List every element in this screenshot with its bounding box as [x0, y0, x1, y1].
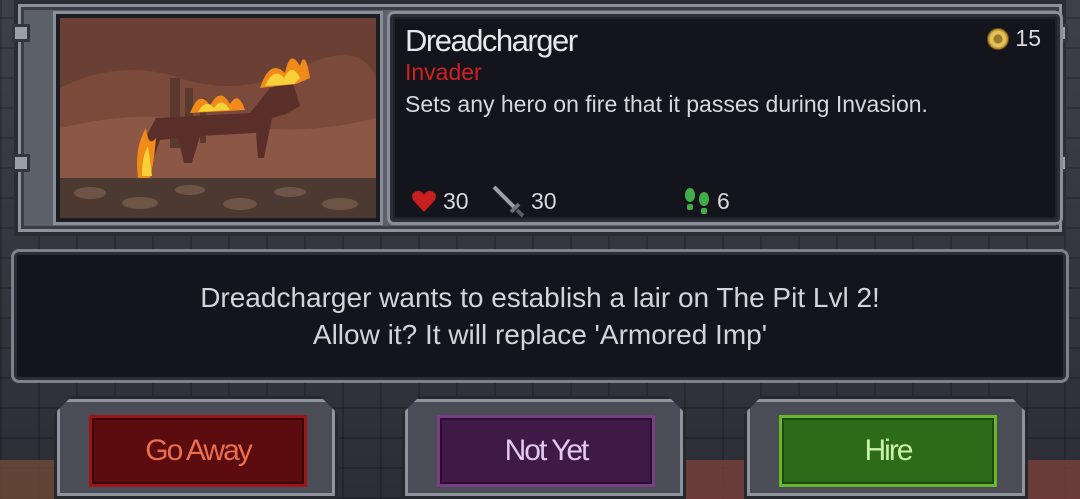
- lair-request-message: Dreadcharger wants to establish a lair o…: [14, 252, 1066, 380]
- frame-rivet: [12, 154, 30, 172]
- heart-icon: [411, 189, 437, 213]
- not-yet-button-frame: Not Yet: [402, 396, 686, 499]
- monster-card: Dreadcharger Invader Sets any hero on fi…: [12, 0, 1068, 236]
- not-yet-button[interactable]: Not Yet: [437, 415, 655, 487]
- coin-icon: [987, 27, 1010, 50]
- monster-description: Sets any hero on fire that it passes dur…: [405, 91, 928, 117]
- speed-stat: 6: [683, 182, 730, 220]
- hire-button[interactable]: Hire: [779, 415, 997, 487]
- go-away-button-frame: Go Away: [54, 396, 338, 499]
- go-away-button[interactable]: Go Away: [89, 415, 307, 487]
- message-line-1: Dreadcharger wants to establish a lair o…: [200, 282, 880, 313]
- monster-portrait: [56, 14, 380, 222]
- monster-type: Invader: [405, 59, 482, 85]
- sword-icon: [491, 184, 525, 218]
- monster-info-panel: Dreadcharger Invader Sets any hero on fi…: [390, 14, 1060, 222]
- attack-value: 30: [531, 187, 557, 214]
- monster-stats: 30 30 6: [411, 182, 771, 220]
- message-text: Dreadcharger wants to establish a lair o…: [200, 279, 880, 353]
- speed-value: 6: [717, 187, 730, 214]
- hire-button-frame: Hire: [744, 396, 1028, 499]
- cost-value: 15: [1015, 25, 1041, 51]
- health-stat: 30: [411, 182, 469, 220]
- health-value: 30: [443, 187, 469, 214]
- monster-cost: 15: [987, 25, 1041, 52]
- monster-name: Dreadcharger: [405, 23, 578, 58]
- attack-stat: 30: [491, 182, 557, 220]
- footprints-icon: [683, 186, 711, 216]
- message-line-2: Allow it? It will replace 'Armored Imp': [312, 319, 768, 350]
- frame-rivet: [12, 24, 30, 42]
